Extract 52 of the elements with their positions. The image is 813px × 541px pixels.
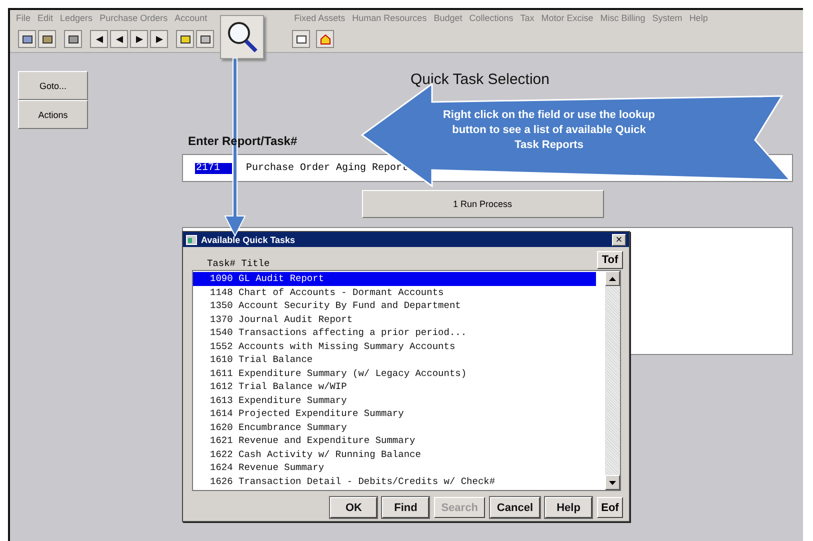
dialog-button[interactable]: Help [545,497,592,518]
last-icon [154,36,164,42]
pointer-tool[interactable] [196,30,214,48]
end-button[interactable]: Eof [597,497,623,518]
task-row[interactable]: 1610 Trial Balance [193,353,605,366]
task-row[interactable]: 1552 Accounts with Missing Summary Accounts [193,340,605,353]
side-button[interactable]: Goto... [18,71,88,100]
nav-tool[interactable] [110,30,128,48]
task-row[interactable]: 1624 Revenue Summary [193,461,605,474]
task-row[interactable]: 1370 Journal Audit Report [193,312,605,326]
side-button[interactable]: Actions [18,100,88,129]
window-icon [186,234,197,244]
scroll-up-icon [609,276,616,280]
lookup-button[interactable] [220,15,264,59]
nav-tool[interactable] [90,30,108,48]
close-button[interactable]: × [612,234,626,246]
home-tool[interactable] [316,30,334,48]
task-row[interactable]: 1621 Revenue and Expenditure Summary [193,434,605,448]
task-row[interactable]: 1611 Expenditure Summary (w/ Legacy Accounts) [193,366,605,380]
dialog-button[interactable]: Cancel [490,497,540,518]
dialog-button[interactable]: Find [382,497,430,518]
callout-text: Right click on the field or use the lookup button to see a list of available Quick Task Reports [442,108,656,153]
task-row[interactable]: 1090 GL Audit Report [193,272,596,286]
task-row[interactable]: 1612 Trial Balance w/WIP [193,380,605,394]
print-tool[interactable] [64,30,82,48]
task-row[interactable]: 1626 Transaction Detail - Debits/Credits w/ Check# [193,474,605,488]
scrollbar[interactable] [605,271,620,490]
forward-icon [134,36,144,42]
properties-tool[interactable] [292,30,310,48]
search-icon [225,20,259,54]
top-button[interactable]: Tof [597,251,623,269]
first-icon [94,36,104,42]
dialog-title: Available Quick Tasks [201,234,296,244]
paste-tool[interactable] [38,30,56,48]
task-row[interactable]: 1622 Cash Activity w/ Running Balance [193,448,605,461]
task-row[interactable]: 1614 Projected Expenditure Summary [193,407,605,420]
task-row[interactable]: 1148 Chart of Accounts - Dormant Accounts [193,286,605,299]
task-row[interactable]: 1613 Expenditure Summary [193,394,605,407]
task-row[interactable]: 1350 Account Security By Fund and Department [193,299,605,312]
exit-tool[interactable] [176,30,194,48]
column-header: Task# Title [207,258,271,269]
back-icon [114,36,124,42]
copy-tool[interactable] [18,30,36,48]
page-title: Quick Task Selection [410,71,550,88]
nav-tool[interactable] [130,30,148,48]
nav-tool[interactable] [150,30,168,48]
house-icon [320,34,330,44]
task-row[interactable]: 1620 Encumbrance Summary [193,420,605,434]
run-process-button[interactable]: 1 Run Process [362,190,604,218]
task-row[interactable]: 1540 Transactions affecting a prior period... [193,326,605,340]
scroll-down-icon [609,480,616,484]
dialog-button[interactable]: OK [330,497,378,518]
